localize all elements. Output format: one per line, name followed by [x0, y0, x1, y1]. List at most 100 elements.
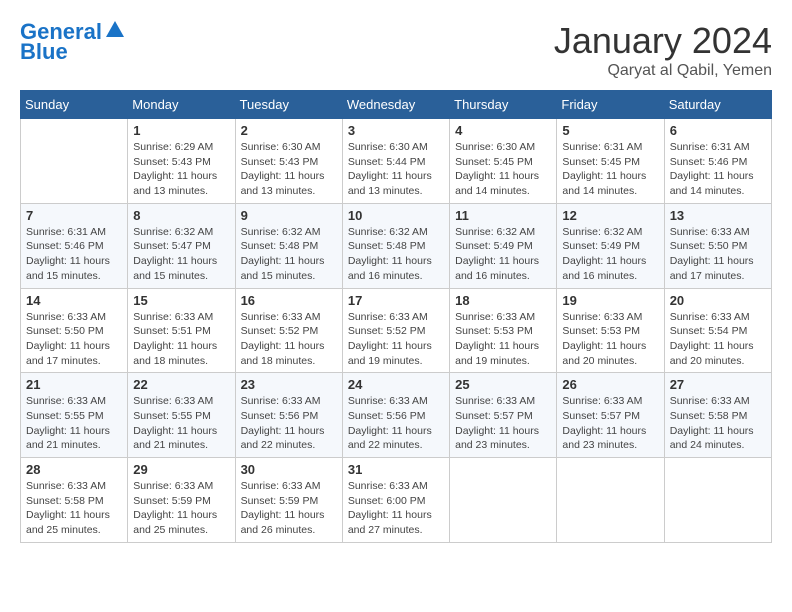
table-row: 25 Sunrise: 6:33 AMSunset: 5:57 PMDayligh…: [450, 373, 557, 458]
header-row: Sunday Monday Tuesday Wednesday Thursday…: [21, 91, 772, 119]
table-row: 15Sunrise: 6:33 AMSunset: 5:51 PMDayligh…: [128, 288, 235, 373]
day-info: Sunrise: 6:29 AMSunset: 5:43 PMDaylight:…: [133, 140, 229, 199]
day-info: Sunrise: 6:33 AMSunset: 5:55 PMDaylight:…: [26, 394, 122, 453]
day-info: Sunrise: 6:33 AMSunset: 5:50 PMDaylight:…: [26, 310, 122, 369]
day-number: 1: [133, 123, 229, 138]
day-number: 30: [241, 462, 337, 477]
col-wednesday: Wednesday: [342, 91, 449, 119]
day-info: Sunrise: 6:33 AMSunset: 5:57 PMDaylight:…: [562, 394, 658, 453]
day-info: Sunrise: 6:33 AMSunset: 5:52 PMDaylight:…: [348, 310, 444, 369]
day-info: Sunrise: 6:33 AMSunset: 5:55 PMDaylight:…: [133, 394, 229, 453]
table-row: 31Sunrise: 6:33 AMSunset: 6:00 PMDayligh…: [342, 458, 449, 543]
day-info: Sunrise: 6:30 AMSunset: 5:43 PMDaylight:…: [241, 140, 337, 199]
day-info: Sunrise: 6:33 AMSunset: 5:58 PMDaylight:…: [670, 394, 766, 453]
day-number: 17: [348, 293, 444, 308]
day-info: Sunrise: 6:33 AMSunset: 5:57 PMDaylight:…: [455, 394, 551, 453]
day-number: 14: [26, 293, 122, 308]
page-header: General Blue January 2024 Qaryat al Qabi…: [20, 20, 772, 80]
calendar-week-1: 1 Sunrise: 6:29 AMSunset: 5:43 PMDaylight…: [21, 119, 772, 204]
table-row: 10 Sunrise: 6:32 AMSunset: 5:48 PMDayligh…: [342, 203, 449, 288]
day-number: 10: [348, 208, 444, 223]
day-number: 18: [455, 293, 551, 308]
table-row: 27 Sunrise: 6:33 AMSunset: 5:58 PMDayligh…: [664, 373, 771, 458]
table-row: 19 Sunrise: 6:33 AMSunset: 5:53 PMDayligh…: [557, 288, 664, 373]
col-friday: Friday: [557, 91, 664, 119]
col-thursday: Thursday: [450, 91, 557, 119]
day-number: 25: [455, 377, 551, 392]
day-number: 29: [133, 462, 229, 477]
day-info: Sunrise: 6:30 AMSunset: 5:45 PMDaylight:…: [455, 140, 551, 199]
table-row: 21Sunrise: 6:33 AMSunset: 5:55 PMDayligh…: [21, 373, 128, 458]
table-row: 4 Sunrise: 6:30 AMSunset: 5:45 PMDaylight…: [450, 119, 557, 204]
col-sunday: Sunday: [21, 91, 128, 119]
table-row: 1 Sunrise: 6:29 AMSunset: 5:43 PMDaylight…: [128, 119, 235, 204]
table-row: 22 Sunrise: 6:33 AMSunset: 5:55 PMDayligh…: [128, 373, 235, 458]
table-row: 6 Sunrise: 6:31 AMSunset: 5:46 PMDaylight…: [664, 119, 771, 204]
day-number: 26: [562, 377, 658, 392]
day-number: 6: [670, 123, 766, 138]
day-number: 19: [562, 293, 658, 308]
title-area: January 2024 Qaryat al Qabil, Yemen: [554, 20, 772, 80]
table-row: 8Sunrise: 6:32 AMSunset: 5:47 PMDaylight…: [128, 203, 235, 288]
day-info: Sunrise: 6:32 AMSunset: 5:48 PMDaylight:…: [241, 225, 337, 284]
day-info: Sunrise: 6:32 AMSunset: 5:49 PMDaylight:…: [455, 225, 551, 284]
day-number: 4: [455, 123, 551, 138]
day-number: 5: [562, 123, 658, 138]
day-number: 11: [455, 208, 551, 223]
table-row: 23Sunrise: 6:33 AMSunset: 5:56 PMDayligh…: [235, 373, 342, 458]
table-row: 2 Sunrise: 6:30 AMSunset: 5:43 PMDaylight…: [235, 119, 342, 204]
day-number: 13: [670, 208, 766, 223]
day-info: Sunrise: 6:33 AMSunset: 5:58 PMDaylight:…: [26, 479, 122, 538]
day-info: Sunrise: 6:31 AMSunset: 5:46 PMDaylight:…: [670, 140, 766, 199]
table-row: 24Sunrise: 6:33 AMSunset: 5:56 PMDayligh…: [342, 373, 449, 458]
day-number: 22: [133, 377, 229, 392]
logo-icon: [104, 19, 126, 41]
day-info: Sunrise: 6:33 AMSunset: 5:50 PMDaylight:…: [670, 225, 766, 284]
table-row: 30Sunrise: 6:33 AMSunset: 5:59 PMDayligh…: [235, 458, 342, 543]
col-monday: Monday: [128, 91, 235, 119]
day-info: Sunrise: 6:31 AMSunset: 5:45 PMDaylight:…: [562, 140, 658, 199]
day-info: Sunrise: 6:33 AMSunset: 6:00 PMDaylight:…: [348, 479, 444, 538]
day-number: 7: [26, 208, 122, 223]
day-info: Sunrise: 6:30 AMSunset: 5:44 PMDaylight:…: [348, 140, 444, 199]
day-number: 15: [133, 293, 229, 308]
day-info: Sunrise: 6:32 AMSunset: 5:47 PMDaylight:…: [133, 225, 229, 284]
table-row: 17 Sunrise: 6:33 AMSunset: 5:52 PMDayligh…: [342, 288, 449, 373]
day-info: Sunrise: 6:32 AMSunset: 5:48 PMDaylight:…: [348, 225, 444, 284]
col-tuesday: Tuesday: [235, 91, 342, 119]
table-row: 16Sunrise: 6:33 AMSunset: 5:52 PMDayligh…: [235, 288, 342, 373]
table-row: 20 Sunrise: 6:33 AMSunset: 5:54 PMDayligh…: [664, 288, 771, 373]
logo-blue-text: Blue: [20, 40, 68, 64]
table-row: 7 Sunrise: 6:31 AMSunset: 5:46 PMDaylight…: [21, 203, 128, 288]
day-info: Sunrise: 6:33 AMSunset: 5:59 PMDaylight:…: [133, 479, 229, 538]
day-number: 2: [241, 123, 337, 138]
month-title: January 2024: [554, 20, 772, 62]
calendar-week-2: 7 Sunrise: 6:31 AMSunset: 5:46 PMDaylight…: [21, 203, 772, 288]
table-row: 28 Sunrise: 6:33 AMSunset: 5:58 PMDayligh…: [21, 458, 128, 543]
calendar-week-5: 28 Sunrise: 6:33 AMSunset: 5:58 PMDayligh…: [21, 458, 772, 543]
day-info: Sunrise: 6:33 AMSunset: 5:52 PMDaylight:…: [241, 310, 337, 369]
table-row: 18Sunrise: 6:33 AMSunset: 5:53 PMDayligh…: [450, 288, 557, 373]
day-number: 12: [562, 208, 658, 223]
day-info: Sunrise: 6:33 AMSunset: 5:56 PMDaylight:…: [241, 394, 337, 453]
calendar-week-4: 21Sunrise: 6:33 AMSunset: 5:55 PMDayligh…: [21, 373, 772, 458]
day-number: 27: [670, 377, 766, 392]
day-info: Sunrise: 6:33 AMSunset: 5:54 PMDaylight:…: [670, 310, 766, 369]
table-row: 12 Sunrise: 6:32 AMSunset: 5:49 PMDayligh…: [557, 203, 664, 288]
day-info: Sunrise: 6:32 AMSunset: 5:49 PMDaylight:…: [562, 225, 658, 284]
day-info: Sunrise: 6:31 AMSunset: 5:46 PMDaylight:…: [26, 225, 122, 284]
table-row: 29 Sunrise: 6:33 AMSunset: 5:59 PMDayligh…: [128, 458, 235, 543]
table-row: 9Sunrise: 6:32 AMSunset: 5:48 PMDaylight…: [235, 203, 342, 288]
table-row: 5 Sunrise: 6:31 AMSunset: 5:45 PMDaylight…: [557, 119, 664, 204]
table-row: [557, 458, 664, 543]
day-number: 24: [348, 377, 444, 392]
table-row: 11 Sunrise: 6:32 AMSunset: 5:49 PMDayligh…: [450, 203, 557, 288]
day-info: Sunrise: 6:33 AMSunset: 5:53 PMDaylight:…: [562, 310, 658, 369]
day-number: 28: [26, 462, 122, 477]
table-row: [21, 119, 128, 204]
logo: General Blue: [20, 20, 126, 64]
day-number: 3: [348, 123, 444, 138]
table-row: 13 Sunrise: 6:33 AMSunset: 5:50 PMDayligh…: [664, 203, 771, 288]
day-number: 20: [670, 293, 766, 308]
col-saturday: Saturday: [664, 91, 771, 119]
